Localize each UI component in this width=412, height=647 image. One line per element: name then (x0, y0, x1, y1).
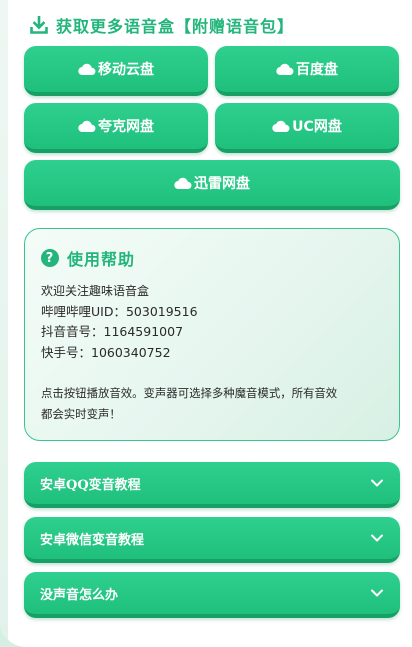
help-line-douyin: 抖音音号：1164591007 (41, 324, 184, 339)
download-header-title: 获取更多语音盒【附赠语音包】 (56, 17, 295, 36)
cloud-icon (174, 177, 192, 190)
quark-pan-label: 夸克网盘 (98, 119, 154, 135)
chevron-down-icon (371, 479, 383, 487)
help-line-kuaishou: 快手号：1060340752 (41, 344, 171, 360)
help-line-usage-cont: 都会实时变声！ (41, 406, 121, 421)
cloud-icon (272, 120, 290, 133)
cloud-icon (78, 63, 96, 76)
help-line-bilibili: 哔哩哔哩UID：503019516 (41, 303, 198, 319)
cloud-icon (276, 63, 294, 76)
uc-pan-label: UC网盘 (292, 119, 342, 135)
baidu-pan-label: 百度盘 (296, 62, 338, 78)
chevron-down-icon (371, 589, 383, 597)
cloud-icon (78, 120, 96, 133)
download-icon (30, 16, 48, 34)
mobile-cloud-button[interactable]: 移动云盘 (24, 46, 208, 96)
help-body: 欢迎关注趣味语音盒 哔哩哔哩UID：503019516 抖音音号：1164591… (41, 281, 383, 424)
baidu-pan-button[interactable]: 百度盘 (215, 46, 399, 96)
accordion-android-wechat[interactable]: 安卓微信变音教程 (24, 517, 400, 563)
xunlei-pan-label: 迅雷网盘 (194, 176, 250, 192)
main-panel: 获取更多语音盒【附赠语音包】 移动云盘 百度盘 夸克网盘 UC网盘 迅雷网盘 ?… (0, 0, 412, 647)
help-line-usage: 点击按钮播放音效。变声器可选择多种魔音模式，所有音效 (41, 386, 338, 400)
help-card: ? 使用帮助 欢迎关注趣味语音盒 哔哩哔哩UID：503019516 抖音音号：… (24, 228, 400, 441)
accordion-no-sound[interactable]: 没声音怎么办 (24, 572, 400, 618)
help-title-text: 使用帮助 (67, 250, 136, 269)
accordion-no-sound-label: 没声音怎么办 (40, 587, 119, 603)
uc-pan-button[interactable]: UC网盘 (215, 103, 399, 153)
quark-pan-button[interactable]: 夸克网盘 (24, 103, 208, 153)
chevron-down-icon (371, 534, 383, 542)
xunlei-pan-button[interactable]: 迅雷网盘 (24, 160, 400, 210)
accordion-android-qq[interactable]: 安卓QQ变音教程 (24, 462, 400, 508)
download-header: 获取更多语音盒【附赠语音包】 (30, 12, 294, 38)
help-title: ? 使用帮助 (41, 247, 135, 269)
question-circle-icon: ? (41, 249, 59, 267)
accordion-android-wechat-label: 安卓微信变音教程 (40, 532, 145, 548)
help-line-welcome: 欢迎关注趣味语音盒 (41, 284, 150, 298)
mobile-cloud-label: 移动云盘 (98, 62, 154, 78)
accordion-android-qq-label: 安卓QQ变音教程 (40, 477, 141, 493)
